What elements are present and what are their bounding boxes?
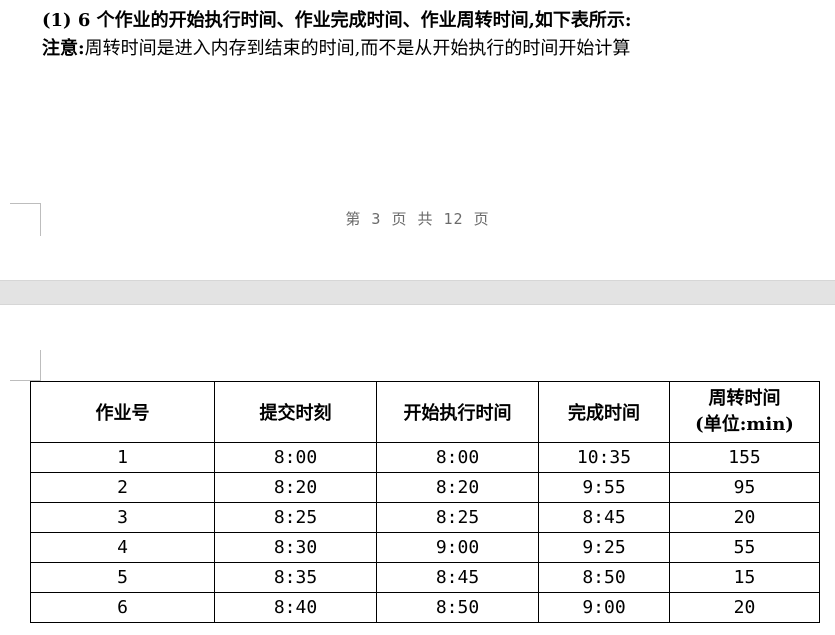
cell-submit-time: 8:00 bbox=[214, 442, 377, 473]
header-turnaround-label: 周转时间 bbox=[708, 388, 781, 409]
cell-finish-time: 10:35 bbox=[538, 442, 670, 473]
header-turnaround-unit: (单位:min) bbox=[695, 414, 794, 435]
table-row: 5 8:35 8:45 8:50 15 bbox=[30, 562, 820, 593]
cell-start-time: 8:25 bbox=[376, 502, 539, 533]
cell-job-id: 5 bbox=[30, 562, 215, 593]
cell-finish-time: 8:50 bbox=[538, 562, 670, 593]
note-paragraph: 注意:周转时间是进入内存到结束的时间,而不是从开始执行的时间开始计算 bbox=[42, 34, 630, 60]
table-row: 4 8:30 9:00 9:25 55 bbox=[30, 532, 820, 563]
note-text: 周转时间是进入内存到结束的时间,而不是从开始执行的时间开始计算 bbox=[84, 38, 631, 59]
cell-job-id: 3 bbox=[30, 502, 215, 533]
header-start-time: 开始执行时间 bbox=[376, 381, 539, 443]
cell-finish-time: 9:55 bbox=[538, 472, 670, 503]
cell-job-id: 1 bbox=[30, 442, 215, 473]
table-header-row: 作业号 提交时刻 开始执行时间 完成时间 周转时间 (单位:min) bbox=[30, 381, 820, 443]
header-submit-time: 提交时刻 bbox=[214, 381, 377, 443]
cell-start-time: 8:45 bbox=[376, 562, 539, 593]
note-label: 注意: bbox=[42, 38, 85, 59]
cell-job-id: 4 bbox=[30, 532, 215, 563]
cell-turnaround: 55 bbox=[669, 532, 820, 563]
cell-submit-time: 8:35 bbox=[214, 562, 377, 593]
cell-submit-time: 8:40 bbox=[214, 592, 377, 623]
cell-job-id: 2 bbox=[30, 472, 215, 503]
job-schedule-table: 作业号 提交时刻 开始执行时间 完成时间 周转时间 (单位:min) 1 8:0… bbox=[30, 381, 820, 623]
cell-start-time: 9:00 bbox=[376, 532, 539, 563]
page-separator bbox=[0, 280, 835, 305]
cell-submit-time: 8:30 bbox=[214, 532, 377, 563]
cell-finish-time: 9:25 bbox=[538, 532, 670, 563]
document-page-3: (1) 6 个作业的开始执行时间、作业完成时间、作业周转时间,如下表所示: 注意… bbox=[0, 0, 835, 280]
cell-finish-time: 8:45 bbox=[538, 502, 670, 533]
cell-job-id: 6 bbox=[30, 592, 215, 623]
cell-turnaround: 15 bbox=[669, 562, 820, 593]
header-job-id: 作业号 bbox=[30, 381, 215, 443]
header-finish-time: 完成时间 bbox=[538, 381, 670, 443]
table-row: 1 8:00 8:00 10:35 155 bbox=[30, 442, 820, 473]
table-row: 3 8:25 8:25 8:45 20 bbox=[30, 502, 820, 533]
margin-corner-mark bbox=[10, 350, 41, 381]
cell-turnaround: 20 bbox=[669, 592, 820, 623]
header-turnaround: 周转时间 (单位:min) bbox=[669, 381, 820, 443]
cell-turnaround: 95 bbox=[669, 472, 820, 503]
table-row: 2 8:20 8:20 9:55 95 bbox=[30, 472, 820, 503]
table-row: 6 8:40 8:50 9:00 20 bbox=[30, 592, 820, 623]
cell-start-time: 8:00 bbox=[376, 442, 539, 473]
page-footer: 第 3 页 共 12 页 bbox=[345, 210, 490, 228]
cell-finish-time: 9:00 bbox=[538, 592, 670, 623]
section-heading: (1) 6 个作业的开始执行时间、作业完成时间、作业周转时间,如下表所示: bbox=[42, 10, 632, 31]
cell-start-time: 8:50 bbox=[376, 592, 539, 623]
cell-turnaround: 155 bbox=[669, 442, 820, 473]
cell-submit-time: 8:20 bbox=[214, 472, 377, 503]
cell-submit-time: 8:25 bbox=[214, 502, 377, 533]
cell-turnaround: 20 bbox=[669, 502, 820, 533]
cell-start-time: 8:20 bbox=[376, 472, 539, 503]
